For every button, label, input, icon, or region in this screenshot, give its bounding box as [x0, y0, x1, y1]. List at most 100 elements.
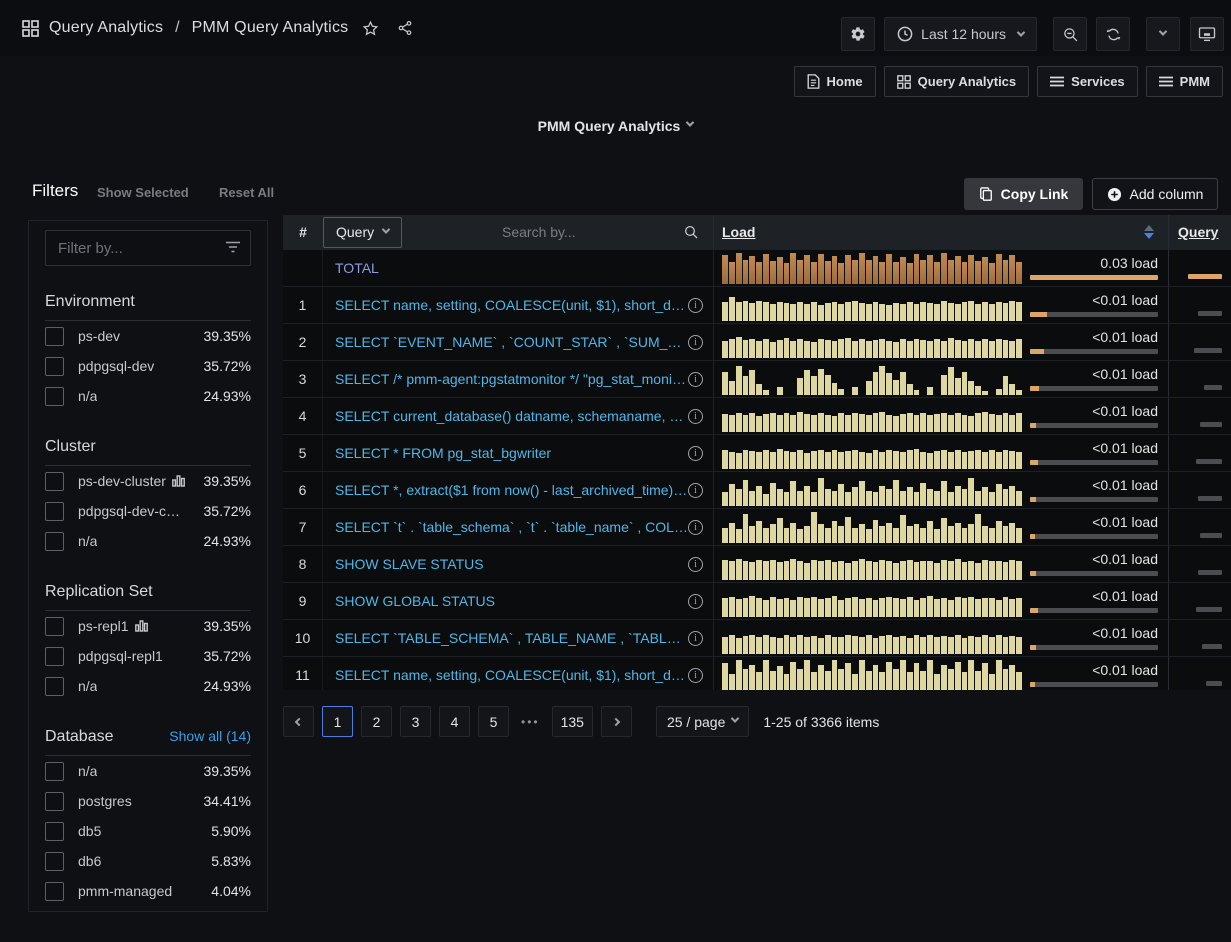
nav-button-home[interactable]: Home	[794, 66, 876, 97]
page-button[interactable]: 5	[478, 706, 509, 737]
query-link[interactable]: SHOW GLOBAL STATUS	[335, 593, 495, 609]
query-link[interactable]: SELECT current_database() datname, schem…	[335, 408, 688, 424]
filter-item[interactable]: n/a 39.35%	[45, 756, 251, 786]
query-link[interactable]: SELECT name, setting, COALESCE(unit, $1)…	[335, 297, 688, 313]
filter-item[interactable]: postgres 34.41%	[45, 786, 251, 816]
query-link[interactable]: SHOW SLAVE STATUS	[335, 556, 484, 572]
load-cell[interactable]: <0.01 load	[713, 509, 1168, 545]
nav-button-pmm[interactable]: PMM	[1146, 66, 1223, 97]
filter-item[interactable]: pmm-managed 4.04%	[45, 876, 251, 906]
query-link[interactable]: SELECT /* pmm-agent:pgstatmonitor */ "pg…	[335, 371, 688, 387]
load-cell[interactable]: 0.03 load	[713, 250, 1168, 286]
info-icon[interactable]	[688, 335, 703, 350]
load-cell[interactable]: <0.01 load	[713, 546, 1168, 582]
last-page-button[interactable]: 135	[552, 706, 593, 737]
info-icon[interactable]	[688, 631, 703, 646]
breadcrumb-section[interactable]: Query Analytics	[49, 19, 163, 37]
filter-checkbox[interactable]	[45, 617, 64, 636]
show-all-link[interactable]: Show all (14)	[169, 728, 251, 744]
filter-checkbox[interactable]	[45, 502, 64, 521]
filter-item[interactable]: ps-repl1 39.35%	[45, 611, 251, 641]
star-icon[interactable]	[362, 20, 379, 37]
info-icon[interactable]	[688, 409, 703, 424]
refresh-button[interactable]	[1096, 17, 1130, 51]
filter-checkbox[interactable]	[45, 677, 64, 696]
pagination-ellipsis[interactable]: •••	[517, 715, 544, 729]
filter-item[interactable]: ps-dev-cluster 39.35%	[45, 466, 251, 496]
load-cell[interactable]: <0.01 load	[713, 287, 1168, 323]
load-cell[interactable]: <0.01 load	[713, 435, 1168, 471]
load-cell[interactable]: <0.01 load	[713, 398, 1168, 434]
prev-page-button[interactable]	[283, 706, 314, 737]
page-size-select[interactable]: 25 / page	[656, 706, 749, 737]
query-link[interactable]: TOTAL	[335, 260, 379, 276]
nav-button-query-analytics[interactable]: Query Analytics	[884, 66, 1030, 97]
query-link[interactable]: SELECT `t` . `table_schema` , `t` . `tab…	[335, 519, 688, 535]
filter-checkbox[interactable]	[45, 327, 64, 346]
refresh-interval-dropdown[interactable]	[1146, 17, 1180, 51]
filter-item[interactable]: n/a 24.93%	[45, 526, 251, 556]
main-metric-dropdown[interactable]: Query	[323, 217, 402, 248]
load-cell[interactable]: <0.01 load	[713, 657, 1168, 690]
query-link[interactable]: SELECT `EVENT_NAME` , `COUNT_STAR` , `SU…	[335, 334, 688, 350]
info-icon[interactable]	[688, 298, 703, 313]
sort-icon[interactable]	[1144, 225, 1154, 239]
load-cell[interactable]: <0.01 load	[713, 583, 1168, 619]
bar-chart-icon[interactable]	[172, 475, 185, 487]
filter-checkbox[interactable]	[45, 387, 64, 406]
filter-checkbox[interactable]	[45, 762, 64, 781]
reset-all-link[interactable]: Reset All	[219, 185, 274, 200]
filter-checkbox[interactable]	[45, 792, 64, 811]
time-range-picker[interactable]: Last 12 hours	[884, 17, 1037, 51]
page-button[interactable]: 2	[361, 706, 392, 737]
load-cell[interactable]: <0.01 load	[713, 324, 1168, 360]
show-selected-link[interactable]: Show Selected	[97, 185, 189, 200]
load-cell[interactable]: <0.01 load	[713, 472, 1168, 508]
share-icon[interactable]	[397, 20, 413, 36]
filter-item[interactable]: pdpgsql-dev 35.72%	[45, 351, 251, 381]
kiosk-mode-button[interactable]	[1190, 17, 1224, 51]
page-button[interactable]: 4	[439, 706, 470, 737]
table-search-input[interactable]	[402, 224, 683, 240]
query-link[interactable]: SELECT *, extract($1 from now() - last_a…	[335, 482, 688, 498]
column-header-load[interactable]: Load	[722, 224, 755, 240]
filter-checkbox[interactable]	[45, 852, 64, 871]
filter-checkbox[interactable]	[45, 357, 64, 376]
page-button[interactable]: 3	[400, 706, 431, 737]
next-page-button[interactable]	[601, 706, 632, 737]
nav-button-services[interactable]: Services	[1037, 66, 1138, 97]
filter-search-input[interactable]	[45, 230, 251, 266]
filter-checkbox[interactable]	[45, 822, 64, 841]
info-icon[interactable]	[688, 668, 703, 683]
info-icon[interactable]	[688, 520, 703, 535]
filter-checkbox[interactable]	[45, 882, 64, 901]
info-icon[interactable]	[688, 557, 703, 572]
filter-checkbox[interactable]	[45, 647, 64, 666]
load-cell[interactable]: <0.01 load	[713, 361, 1168, 397]
info-icon[interactable]	[688, 594, 703, 609]
filter-item[interactable]: n/a 24.93%	[45, 381, 251, 411]
filter-item[interactable]: pdpgsql-dev-c… 35.72%	[45, 496, 251, 526]
filter-checkbox[interactable]	[45, 472, 64, 491]
dashboard-settings-button[interactable]	[841, 17, 875, 51]
zoom-out-button[interactable]	[1053, 17, 1087, 51]
dashboards-grid-icon[interactable]	[22, 20, 39, 37]
info-icon[interactable]	[688, 483, 703, 498]
page-button[interactable]: 1	[322, 706, 353, 737]
info-icon[interactable]	[688, 446, 703, 461]
filter-item[interactable]: pdpgsql-repl1 35.72%	[45, 641, 251, 671]
search-icon[interactable]	[683, 224, 699, 240]
bar-chart-icon[interactable]	[135, 620, 148, 632]
query-link[interactable]: SELECT * FROM pg_stat_bgwriter	[335, 445, 551, 461]
query-link[interactable]: SELECT `TABLE_SCHEMA` , TABLE_NAME , `TA…	[335, 630, 688, 646]
info-icon[interactable]	[688, 372, 703, 387]
panel-title[interactable]: PMM Query Analytics	[538, 118, 694, 134]
filter-checkbox[interactable]	[45, 532, 64, 551]
column-header-query-count[interactable]: Query	[1178, 224, 1218, 240]
add-column-button[interactable]: Add column	[1092, 178, 1218, 210]
load-cell[interactable]: <0.01 load	[713, 620, 1168, 656]
filter-item[interactable]: ps-dev 39.35%	[45, 321, 251, 351]
query-link[interactable]: SELECT name, setting, COALESCE(unit, $1)…	[335, 667, 688, 683]
filter-item[interactable]: n/a 24.93%	[45, 671, 251, 701]
copy-link-button[interactable]: Copy Link	[964, 178, 1083, 210]
